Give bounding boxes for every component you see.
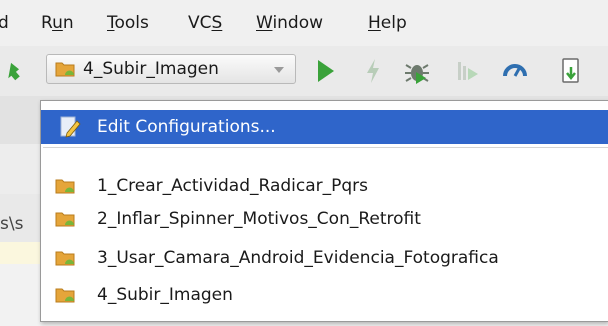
menu-vcs-label-start: VC (188, 13, 212, 33)
attach-debugger-icon[interactable] (452, 56, 482, 86)
run-configuration-dropdown: Edit Configurations... 1_Crear_Actividad… (40, 100, 608, 322)
run-config-item-label: 2_Inflar_Spinner_Motivos_Con_Retrofit (97, 209, 421, 229)
sdk-manager-icon[interactable] (556, 56, 586, 86)
run-config-item-3[interactable]: 3_Usar_Camara_Android_Evidencia_Fotograf… (41, 241, 608, 275)
menu-run[interactable]: Run (41, 11, 74, 35)
folder-android-icon (55, 251, 75, 266)
menu-tools-mnemonic: T (107, 13, 115, 33)
menu-window-mnemonic: W (256, 13, 273, 33)
folder-android-icon (55, 179, 75, 194)
debug-icon[interactable] (402, 56, 432, 86)
menu-tools-label-end: ools (114, 13, 149, 33)
menu-window-label-end: indow (272, 13, 324, 33)
run-config-item-label: 3_Usar_Camara_Android_Evidencia_Fotograf… (97, 248, 499, 268)
menu-help-label-end: elp (380, 13, 407, 33)
menu-window[interactable]: Window (256, 11, 323, 35)
menu-run-mnemonic: u (52, 13, 63, 33)
menu-separator (43, 147, 608, 148)
edit-configurations-item[interactable]: Edit Configurations... (41, 110, 608, 144)
menu-tools[interactable]: Tools (107, 11, 149, 35)
run-config-item-2[interactable]: 2_Inflar_Spinner_Motivos_Con_Retrofit (41, 202, 608, 236)
run-config-item-1[interactable]: 1_Crear_Actividad_Radicar_Pqrs (41, 169, 608, 203)
run-configuration-selector[interactable]: 4_Subir_Imagen (46, 54, 296, 84)
edit-configurations-label: Edit Configurations... (97, 117, 276, 137)
run-icon[interactable] (310, 56, 340, 86)
menu-build-label-end: d (0, 13, 9, 33)
chevron-down-icon (274, 67, 284, 73)
back-arrow-icon[interactable] (0, 60, 26, 84)
run-config-item-label: 4_Subir_Imagen (97, 285, 233, 305)
menu-help-mnemonic: H (368, 13, 381, 33)
menu-run-label-end: n (62, 13, 74, 33)
profile-icon[interactable] (500, 56, 530, 86)
run-config-item-4[interactable]: 4_Subir_Imagen (41, 278, 608, 312)
apply-changes-icon[interactable] (358, 56, 388, 86)
folder-android-icon (55, 288, 75, 303)
run-config-item-label: 1_Crear_Actividad_Radicar_Pqrs (97, 176, 369, 196)
path-fragment: s\s (0, 214, 24, 234)
menu-help[interactable]: Help (368, 11, 407, 35)
menu-bar: d Run Tools VCS Window Help (0, 0, 608, 46)
run-config-label: 4_Subir_Imagen (83, 59, 219, 79)
menu-vcs[interactable]: VCS (188, 11, 222, 35)
main-toolbar: 4_Subir_Imagen (0, 46, 608, 96)
menu-run-label-start: R (41, 13, 53, 33)
folder-android-icon (55, 212, 75, 227)
folder-android-icon (55, 62, 75, 77)
menu-build[interactable]: d (0, 11, 9, 35)
menu-vcs-mnemonic: S (211, 13, 223, 33)
edit-configurations-icon (60, 116, 81, 138)
